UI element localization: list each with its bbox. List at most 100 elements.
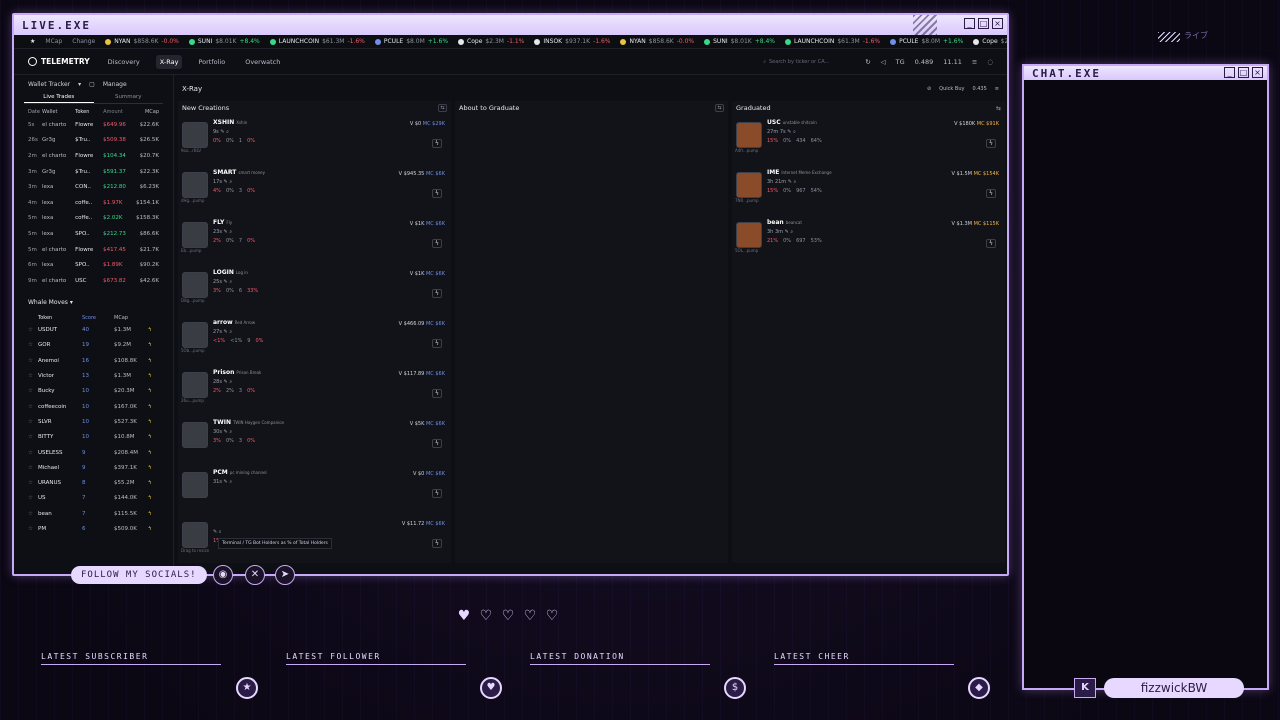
- star-icon[interactable]: ☆: [28, 419, 38, 425]
- ticker-item[interactable]: PCULE $8.0M +1.6%: [374, 38, 448, 45]
- wallet-count[interactable]: 11.11: [943, 58, 962, 66]
- settings-icon[interactable]: ≡: [995, 86, 999, 92]
- token-card[interactable]: 5OL...pump bean beancat 3h 3m ✎ ⌕ 21% 0% 697 53…: [732, 215, 1005, 265]
- lightning-icon[interactable]: ϟ: [148, 495, 158, 501]
- lightning-icon[interactable]: ϟ: [432, 139, 442, 148]
- star-icon[interactable]: ☆: [28, 388, 38, 394]
- lightning-icon[interactable]: ϟ: [432, 539, 442, 548]
- lightning-icon[interactable]: ϟ: [148, 327, 158, 333]
- refresh-icon[interactable]: ↻: [865, 58, 870, 66]
- star-icon[interactable]: ☆: [28, 404, 38, 410]
- ticker-item[interactable]: PCULE $8.0M +1.6%: [890, 38, 963, 45]
- list-item[interactable]: ☆ PM 6 $509.0K ϟ: [14, 521, 173, 536]
- ticker-item[interactable]: INSOK $937.1K -1.6%: [534, 38, 610, 45]
- column-header[interactable]: MCap: [114, 315, 148, 321]
- token-card[interactable]: PCM pc mining channel 31s ✎ ⌕ V $0 MC $6K ϟ: [178, 465, 451, 515]
- lightning-icon[interactable]: ϟ: [432, 289, 442, 298]
- table-row[interactable]: 3m Gr3g $Tru.. $591.37 $22.3K: [14, 164, 173, 180]
- table-row[interactable]: 4m lexa coffe.. $1.97K $154.1K: [14, 195, 173, 211]
- token-image[interactable]: [182, 372, 208, 398]
- star-icon[interactable]: ☆: [28, 526, 38, 532]
- ticker-item[interactable]: SUNI $8.01K +8.4%: [704, 38, 775, 45]
- token-image[interactable]: [182, 272, 208, 298]
- token-card[interactable]: TWIN TWIN Haygen Companion 30s ✎ ⌕ 3% 0% 3 0% V…: [178, 415, 451, 465]
- ticker-item[interactable]: Cope$2.3M-1.1%: [973, 38, 1007, 45]
- column-header[interactable]: Token: [75, 109, 103, 115]
- token-image[interactable]: [182, 172, 208, 198]
- star-icon[interactable]: ☆: [28, 358, 38, 364]
- search-input[interactable]: ⌕ Search by ticker or CA...: [763, 56, 855, 68]
- lightning-icon[interactable]: ϟ: [432, 189, 442, 198]
- token-image[interactable]: [736, 222, 762, 248]
- lightning-icon[interactable]: ϟ: [432, 389, 442, 398]
- lightning-icon[interactable]: ϟ: [148, 388, 158, 394]
- star-icon[interactable]: ☆: [28, 495, 38, 501]
- wallet-tracker-select[interactable]: Wallet Tracker: [28, 81, 70, 88]
- maximize-icon[interactable]: □: [1238, 67, 1249, 78]
- lightning-icon[interactable]: ϟ: [148, 342, 158, 348]
- lightning-icon[interactable]: ϟ: [148, 480, 158, 486]
- star-icon[interactable]: ☆: [28, 434, 38, 440]
- maximize-icon[interactable]: □: [978, 18, 989, 29]
- pause-icon[interactable]: ▢: [89, 81, 95, 88]
- ticker-item[interactable]: Cope$2.3M-1.1%: [458, 38, 524, 45]
- profile-icon[interactable]: ◌: [987, 58, 993, 66]
- minimize-icon[interactable]: _: [964, 18, 975, 29]
- quick-buy-value[interactable]: 0.435: [972, 86, 986, 92]
- star-icon[interactable]: ☆: [28, 327, 38, 333]
- star-icon[interactable]: ☆: [28, 465, 38, 471]
- list-item[interactable]: ☆ Bucky 10 $20.3M ϟ: [14, 384, 173, 399]
- nav-xray[interactable]: X-Ray: [155, 54, 183, 69]
- token-image[interactable]: [736, 172, 762, 198]
- lightning-icon[interactable]: ϟ: [148, 404, 158, 410]
- ticker-item[interactable]: NYAN $858.6K -0.0%: [620, 38, 694, 45]
- ticker-mcap-toggle[interactable]: MCap: [45, 38, 62, 45]
- manage-button[interactable]: Manage: [103, 81, 127, 88]
- list-item[interactable]: ☆ BITTY 10 $10.8M ϟ: [14, 430, 173, 445]
- ticker-item[interactable]: SUNI $8.01K +8.4%: [188, 38, 260, 45]
- lightning-icon[interactable]: ϟ: [148, 419, 158, 425]
- list-item[interactable]: ☆ coffeecoin 10 $167.0K ϟ: [14, 399, 173, 414]
- table-row[interactable]: 5s el charto Flowre $649.96 $22.6K: [14, 117, 173, 133]
- table-row[interactable]: 6m lexa SPO.. $1.89K $90.2K: [14, 257, 173, 273]
- close-icon[interactable]: ×: [992, 18, 1003, 29]
- table-row[interactable]: 3m lexa CON.. $212.80 $6.23K: [14, 179, 173, 195]
- token-card[interactable]: dHg...pump SMART smart money 17s ✎ ⌕ 4% 0% 3 0%…: [178, 165, 451, 215]
- table-row[interactable]: 9m el charto USC $673.82 $42.6K: [14, 273, 173, 289]
- balance-display[interactable]: 0.489: [915, 58, 934, 66]
- ticker-item[interactable]: LAUNCHCOIN $61.3M -1.6%: [269, 38, 365, 45]
- column-header[interactable]: Score: [82, 315, 114, 321]
- nav-overwatch[interactable]: Overwatch: [241, 55, 284, 69]
- whale-moves-header[interactable]: Whale Moves ▾: [14, 289, 173, 310]
- lightning-icon[interactable]: ϟ: [986, 189, 996, 198]
- lightning-icon[interactable]: ϟ: [148, 373, 158, 379]
- list-item[interactable]: ☆ Anemoi 16 $108.8K ϟ: [14, 353, 173, 368]
- column-header[interactable]: Amount: [103, 109, 133, 115]
- sound-icon[interactable]: ◁: [881, 58, 886, 66]
- token-card[interactable]: 26u...pump Prison Prison Break 28s ✎ ⌕ 2% 2% 3…: [178, 365, 451, 415]
- list-item[interactable]: ☆ Michael 9 $397.1K ϟ: [14, 460, 173, 475]
- lightning-icon[interactable]: ϟ: [148, 450, 158, 456]
- lightning-icon[interactable]: ϟ: [986, 139, 996, 148]
- filter-icon[interactable]: ⇆: [715, 104, 724, 112]
- table-row[interactable]: 2m el charto Flowre $104.34 $20.7K: [14, 148, 173, 164]
- column-header[interactable]: Date: [28, 109, 42, 115]
- token-card[interactable]: A4fr...pump USC unstable shitcoin 27m 7s ✎ …: [732, 115, 1005, 165]
- star-icon[interactable]: ☆: [28, 511, 38, 517]
- column-header[interactable]: Wallet: [42, 109, 75, 115]
- filter-icon[interactable]: ⇆: [438, 104, 447, 112]
- list-item[interactable]: ☆ bean 7 $115.5K ϟ: [14, 506, 173, 521]
- table-row[interactable]: 26s Gr3g $Tru.. $509.38 $26.5K: [14, 133, 173, 149]
- star-icon[interactable]: ☆: [28, 342, 38, 348]
- lightning-icon[interactable]: ϟ: [986, 239, 996, 248]
- minimize-icon[interactable]: _: [1224, 67, 1235, 78]
- lightning-icon[interactable]: ϟ: [148, 434, 158, 440]
- ticker-change-toggle[interactable]: Change: [72, 38, 95, 45]
- token-image[interactable]: [182, 472, 208, 498]
- filter-icon[interactable]: ⇆: [996, 105, 1001, 112]
- star-icon[interactable]: ☆: [28, 450, 38, 456]
- token-card[interactable]: D8g...pump LOGIN Log in 25s ✎ ⌕ 3% 0% 6 33% V $1…: [178, 265, 451, 315]
- lightning-icon[interactable]: ϟ: [148, 358, 158, 364]
- star-icon[interactable]: ★: [30, 38, 35, 45]
- lightning-icon[interactable]: ϟ: [432, 239, 442, 248]
